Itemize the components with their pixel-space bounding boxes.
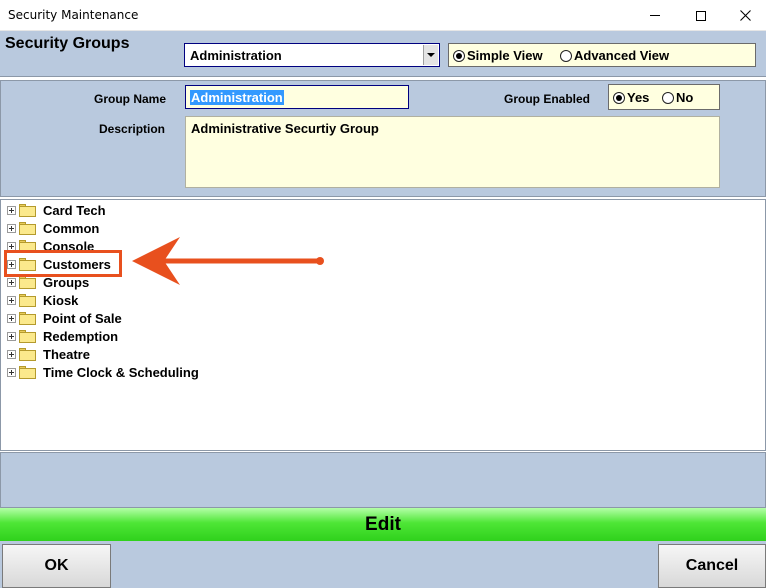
tree-item-common[interactable]: Common [7, 219, 99, 237]
close-button[interactable] [722, 0, 766, 31]
radio-unselected-icon [560, 49, 572, 62]
tree-item-label: Kiosk [43, 292, 79, 308]
expand-icon[interactable] [7, 295, 16, 305]
minimize-button[interactable] [632, 0, 678, 31]
folder-icon [19, 275, 36, 289]
group-enabled-group: Yes No [608, 84, 720, 110]
description-value: Administrative Securtiy Group [191, 121, 379, 136]
permissions-tree[interactable]: Card Tech Common Console Customers Group… [0, 199, 766, 451]
title-bar: Security Maintenance [0, 0, 766, 31]
window-title: Security Maintenance [8, 8, 139, 22]
maximize-icon [696, 10, 706, 21]
tree-item-kiosk[interactable]: Kiosk [7, 291, 78, 309]
folder-icon [19, 293, 36, 307]
group-enabled-label: Group Enabled [504, 92, 591, 106]
group-select[interactable]: Administration [184, 43, 440, 67]
chevron-down-icon [427, 53, 435, 57]
description-textarea[interactable]: Administrative Securtiy Group [185, 116, 720, 188]
maximize-button[interactable] [678, 0, 724, 31]
header-panel: Security Groups Administration Simple Vi… [0, 31, 766, 77]
radio-selected-icon [613, 91, 625, 104]
folder-icon [19, 365, 36, 379]
footer-bar: OK Cancel [0, 541, 766, 588]
group-select-value: Administration [190, 48, 282, 63]
tree-item-card-tech[interactable]: Card Tech [7, 201, 106, 219]
tree-item-redemption[interactable]: Redemption [7, 327, 118, 345]
group-name-label: Group Name [94, 92, 167, 106]
expand-icon[interactable] [7, 277, 16, 287]
expand-icon[interactable] [7, 223, 16, 233]
edit-mode-bar[interactable]: Edit [0, 508, 766, 541]
tree-item-label: Redemption [43, 328, 119, 344]
group-details-panel: Group Name Administration Group Enabled … [0, 80, 766, 197]
folder-icon [19, 311, 36, 325]
folder-icon [19, 347, 36, 361]
edit-mode-label: Edit [365, 513, 401, 535]
tree-item-label: Theatre [43, 346, 90, 362]
group-name-input[interactable]: Administration [185, 85, 409, 109]
expand-icon[interactable] [7, 331, 16, 341]
tree-item-label: Card Tech [43, 202, 106, 218]
cancel-button[interactable]: Cancel [658, 544, 766, 588]
radio-advanced-view[interactable]: Advanced View [560, 48, 669, 63]
radio-simple-view-label: Simple View [467, 48, 543, 63]
tree-item-time-clock[interactable]: Time Clock & Scheduling [7, 363, 199, 381]
radio-enabled-no-label: No [676, 90, 694, 105]
radio-enabled-no[interactable]: No [662, 90, 693, 105]
radio-enabled-yes[interactable]: Yes [613, 90, 649, 105]
tree-item-point-of-sale[interactable]: Point of Sale [7, 309, 122, 327]
tree-item-label: Time Clock & Scheduling [43, 364, 199, 380]
tree-item-label: Common [43, 220, 100, 236]
group-name-value: Administration [190, 90, 284, 105]
expand-icon[interactable] [7, 349, 16, 359]
expand-icon[interactable] [7, 313, 16, 323]
folder-icon [19, 329, 36, 343]
annotation-highlight-box [4, 250, 122, 277]
view-mode-group: Simple View Advanced View [448, 43, 756, 67]
folder-icon [19, 221, 36, 235]
ok-button[interactable]: OK [2, 544, 111, 588]
dropdown-button[interactable] [423, 45, 438, 65]
page-title: Security Groups [5, 35, 130, 52]
tree-item-label: Point of Sale [43, 310, 122, 326]
expand-icon[interactable] [7, 367, 16, 377]
radio-unselected-icon [662, 91, 674, 104]
folder-icon [19, 203, 36, 217]
radio-enabled-yes-label: Yes [627, 90, 650, 105]
radio-simple-view[interactable]: Simple View [453, 48, 543, 63]
close-icon [739, 10, 751, 21]
radio-advanced-view-label: Advanced View [574, 48, 670, 63]
radio-selected-icon [453, 49, 465, 62]
expand-icon[interactable] [7, 205, 16, 215]
description-label: Description [99, 122, 166, 136]
info-panel [0, 452, 766, 508]
tree-item-theatre[interactable]: Theatre [7, 345, 90, 363]
minimize-icon [650, 15, 660, 16]
